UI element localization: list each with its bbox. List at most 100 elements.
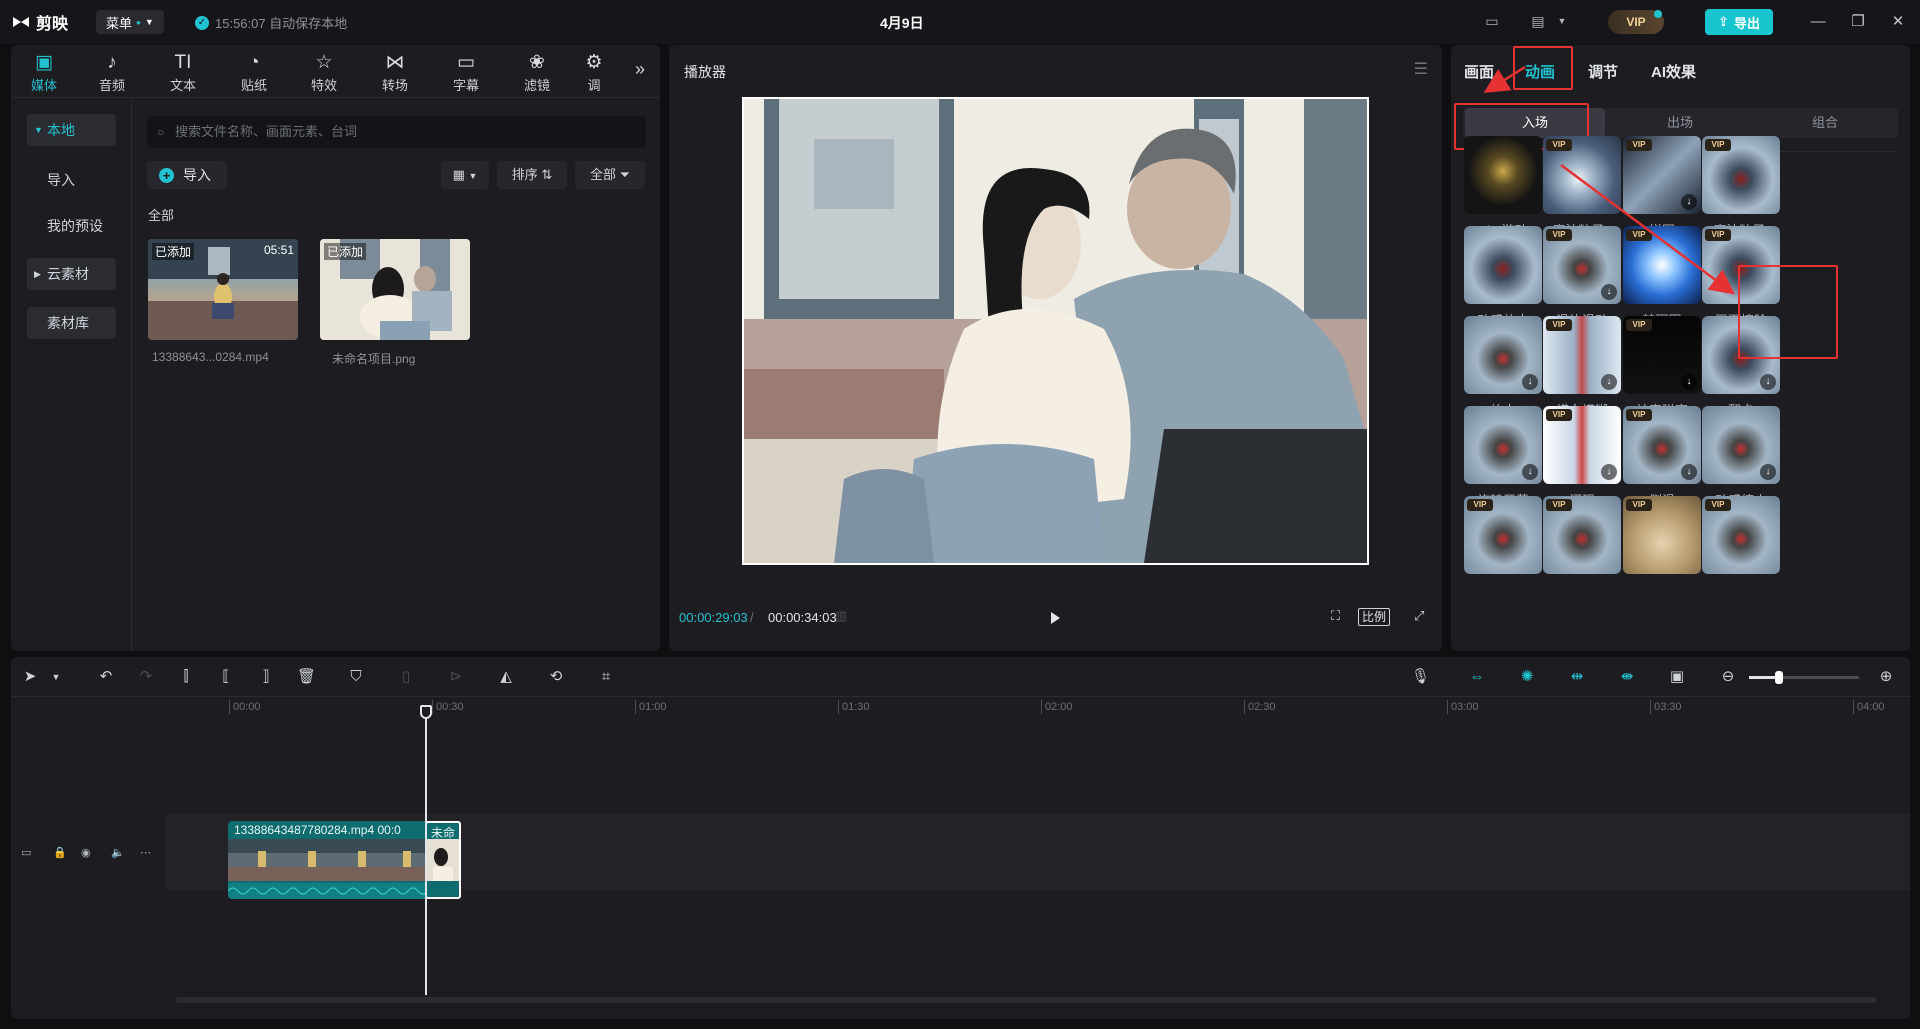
download-icon[interactable]: ↓ xyxy=(1522,464,1538,480)
download-icon[interactable]: ↓ xyxy=(1760,464,1776,480)
animation-card[interactable]: VIP xyxy=(1543,496,1621,574)
animation-card[interactable]: VIP xyxy=(1543,136,1621,214)
vip-badge[interactable]: VIP xyxy=(1608,10,1664,34)
timeline-ruler[interactable]: 00:00 00:30 01:00 01:30 02:00 02:30 03:0… xyxy=(11,697,1910,717)
subtab-out[interactable]: 出场 xyxy=(1610,108,1750,138)
animation-card[interactable] xyxy=(1464,226,1542,304)
animation-card[interactable]: VIP ↓ xyxy=(1543,226,1621,304)
freeze-icon[interactable]: ▯ xyxy=(397,668,415,686)
more-icon[interactable]: ⋯ xyxy=(140,846,151,859)
split-right-icon[interactable]: ⟧ xyxy=(257,668,275,686)
zoom-slider-knob[interactable] xyxy=(1775,671,1783,684)
tab-effects[interactable]: ☆ 特效 xyxy=(295,51,353,94)
image-clip[interactable]: 未命 xyxy=(425,821,461,899)
mirror-icon[interactable]: ◭ xyxy=(497,668,515,686)
video-preview[interactable] xyxy=(742,97,1369,565)
crop-icon[interactable]: ⌗ xyxy=(597,668,615,686)
sidebar-item-library[interactable]: 素材库 xyxy=(27,307,116,339)
tab-audio[interactable]: ♪ 音频 xyxy=(83,51,141,94)
tab-adjust[interactable]: ⚙ 调 xyxy=(579,51,609,94)
download-icon[interactable]: ↓ xyxy=(1601,284,1617,300)
sidebar-item-local[interactable]: ▼ 本地 xyxy=(27,114,116,146)
chevron-down-icon[interactable]: ▼ xyxy=(47,668,65,686)
animation-card[interactable]: VIP xyxy=(1702,496,1780,574)
animation-card[interactable]: ↓ xyxy=(1464,406,1542,484)
tab-media[interactable]: ▣ 媒体 xyxy=(15,51,73,94)
hamburger-menu-icon[interactable]: ☰ xyxy=(1414,59,1428,79)
filter-button[interactable]: 全部 ⏷ xyxy=(575,161,645,189)
lock-icon[interactable]: 🔒 xyxy=(53,846,67,859)
animation-card[interactable]: VIP xyxy=(1464,496,1542,574)
import-button[interactable]: + 导入 xyxy=(147,161,227,189)
minimize-icon[interactable]: — xyxy=(1808,12,1828,32)
split-icon[interactable]: ⫿ xyxy=(177,668,195,686)
download-icon[interactable]: ↓ xyxy=(1601,374,1617,390)
fullscreen-icon[interactable]: ⤢ xyxy=(1414,608,1424,624)
main-track-link-icon[interactable]: ⇔ xyxy=(1468,668,1486,686)
subtab-combo[interactable]: 组合 xyxy=(1755,108,1895,138)
animation-card[interactable]: VIP xyxy=(1623,226,1701,304)
tab-filter[interactable]: ❀ 滤镜 xyxy=(508,51,566,94)
download-icon[interactable]: ↓ xyxy=(1601,464,1617,480)
download-icon[interactable]: ↓ xyxy=(1681,464,1697,480)
redo-icon[interactable]: ↷ xyxy=(137,668,155,686)
tab-text[interactable]: TI 文本 xyxy=(154,51,212,94)
playhead-handle[interactable] xyxy=(420,705,432,719)
undo-icon[interactable]: ↶ xyxy=(97,668,115,686)
microphone-icon[interactable]: 🎙 xyxy=(1411,668,1430,686)
view-toggle-button[interactable]: ▦ ▼ xyxy=(441,161,489,189)
delete-icon[interactable]: 🗑 xyxy=(297,668,316,686)
tab-ai-effects[interactable]: AI效果 xyxy=(1651,61,1696,82)
zoom-slider[interactable] xyxy=(1749,671,1859,684)
video-clip[interactable]: 13388643487780284.mp4 00:0 xyxy=(228,821,435,899)
export-button[interactable]: ⇪ 导出 xyxy=(1705,9,1773,35)
play-button[interactable] xyxy=(1047,610,1063,626)
animation-card[interactable] xyxy=(1464,136,1542,214)
linkage-icon[interactable]: ⇹ xyxy=(1568,668,1586,686)
animation-card[interactable]: VIP ↓ xyxy=(1623,406,1701,484)
menu-button[interactable]: 菜单 ● ▼ xyxy=(96,10,164,34)
animation-card[interactable]: VIP ↓ xyxy=(1543,406,1621,484)
shortcut-icon[interactable]: ▭ xyxy=(1482,12,1502,30)
animation-card[interactable]: VIP ↓ xyxy=(1623,136,1701,214)
tab-adjust[interactable]: 调节 xyxy=(1588,61,1618,82)
playhead[interactable] xyxy=(420,705,432,995)
animation-card[interactable]: VIP ↓ xyxy=(1543,316,1621,394)
sidebar-item-import[interactable]: 导入 xyxy=(27,164,116,196)
fit-screen-icon[interactable]: ⛶ xyxy=(1331,608,1340,624)
speaker-icon[interactable]: 🔈 xyxy=(111,846,125,859)
close-icon[interactable]: ✕ xyxy=(1888,12,1908,32)
tab-sticker[interactable]: ◔ 贴纸 xyxy=(225,51,283,94)
animation-card[interactable]: VIP ↓ xyxy=(1623,316,1701,394)
auto-snap-icon[interactable]: ✺ xyxy=(1518,668,1536,686)
download-icon[interactable]: ↓ xyxy=(1760,374,1776,390)
search-input[interactable]: ○ 搜索文件名称、画面元素、台词 xyxy=(147,116,646,148)
maximize-icon[interactable]: ❐ xyxy=(1848,12,1868,32)
waveform-icon[interactable]: ▥ xyxy=(835,608,847,624)
zoom-out-icon[interactable]: ⊖ xyxy=(1719,668,1737,686)
media-item-image[interactable]: 已添加 xyxy=(320,239,470,340)
rotate-icon[interactable]: ⟲ xyxy=(547,668,565,686)
animation-card[interactable]: ↓ xyxy=(1702,406,1780,484)
track-video-icon[interactable]: ▭ xyxy=(21,846,31,859)
layout-icon[interactable]: ▤ xyxy=(1528,12,1548,30)
download-icon[interactable]: ↓ xyxy=(1522,374,1538,390)
sort-button[interactable]: 排序 ⇅ xyxy=(497,161,567,189)
download-icon[interactable]: ↓ xyxy=(1681,374,1697,390)
select-cursor-icon[interactable]: ➤ xyxy=(21,668,39,686)
ratio-button[interactable]: 比例 xyxy=(1358,608,1391,626)
horizontal-scrollbar[interactable] xyxy=(176,997,1876,1003)
preview-axis-icon[interactable]: ⇼ xyxy=(1618,668,1636,686)
sidebar-item-presets[interactable]: 我的预设 xyxy=(27,210,116,242)
full-preview-icon[interactable]: ▣ xyxy=(1668,668,1686,686)
animation-card[interactable]: VIP xyxy=(1702,136,1780,214)
tab-subtitle[interactable]: ▭ 字幕 xyxy=(437,51,495,94)
tab-canvas[interactable]: 画面 xyxy=(1464,61,1494,82)
download-icon[interactable]: ↓ xyxy=(1681,194,1697,210)
zoom-in-icon[interactable]: ⊕ xyxy=(1877,668,1895,686)
animation-card[interactable]: VIP xyxy=(1623,496,1701,574)
more-tabs-icon[interactable]: » xyxy=(627,59,653,80)
tab-transition[interactable]: ⋈ 转场 xyxy=(366,51,424,94)
eye-icon[interactable]: ◉ xyxy=(81,846,91,859)
sidebar-item-cloud[interactable]: ▶ 云素材 xyxy=(27,258,116,290)
